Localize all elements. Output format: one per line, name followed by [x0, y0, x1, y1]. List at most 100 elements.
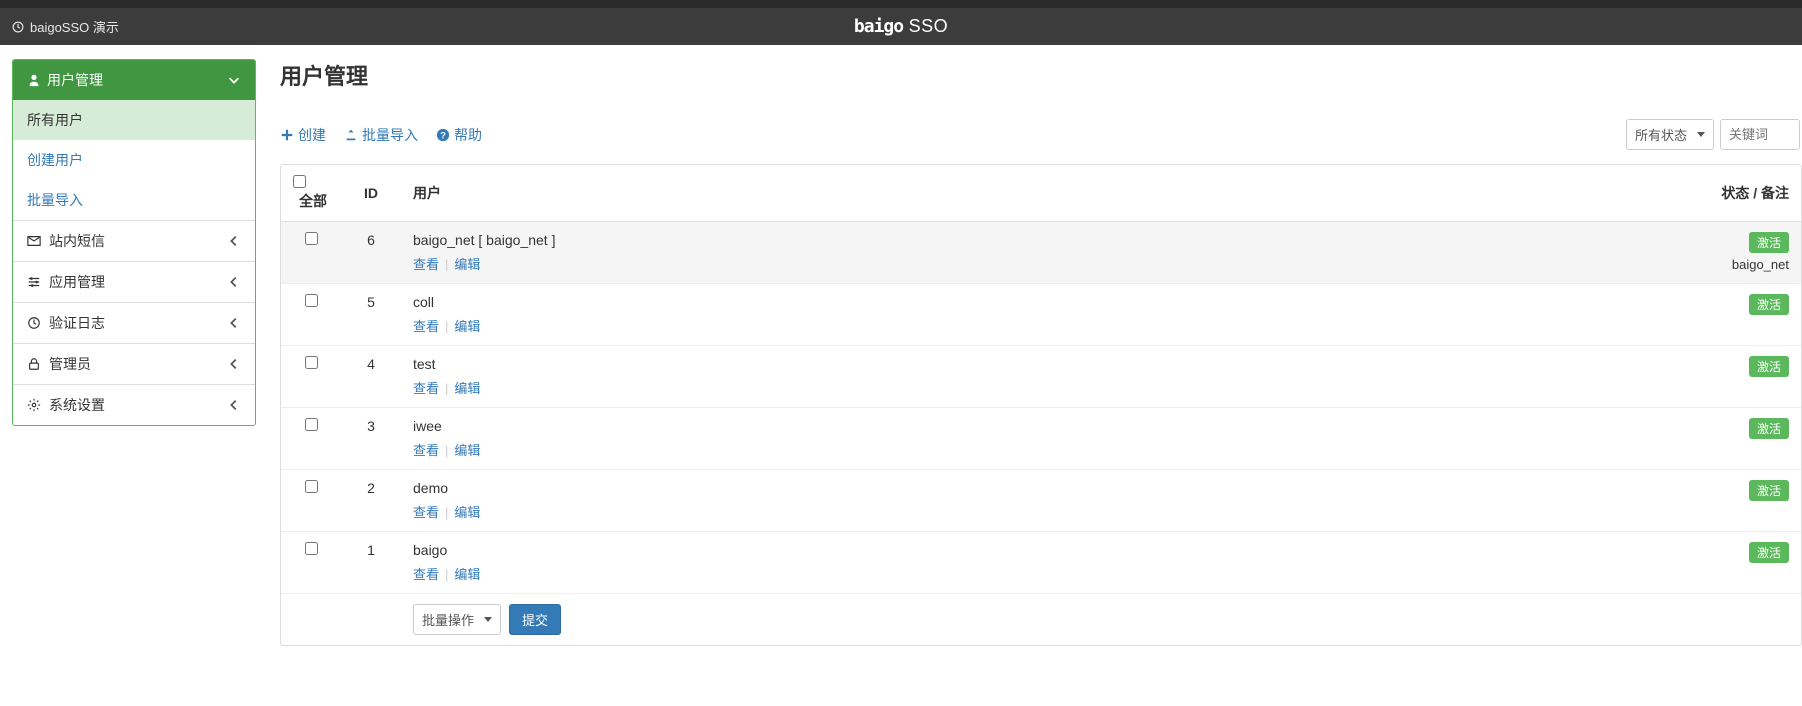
sidebar-item-settings[interactable]: 系统设置	[13, 384, 255, 425]
row-username: baigo	[413, 542, 1292, 558]
question-icon: ?	[436, 128, 450, 142]
row-checkbox[interactable]	[305, 232, 318, 245]
row-id: 3	[341, 408, 401, 470]
caret-down-icon	[1697, 132, 1705, 137]
envelope-icon	[27, 234, 41, 248]
clock-icon	[12, 21, 24, 33]
toolbar: 创建 批量导入 ? 帮助 所有状态	[280, 119, 1802, 150]
row-checkbox[interactable]	[305, 542, 318, 555]
separator: |	[445, 257, 448, 272]
help-label: 帮助	[454, 125, 482, 145]
view-link[interactable]: 查看	[413, 257, 439, 272]
sidebar-submenu: 所有用户 创建用户 批量导入	[13, 100, 255, 220]
edit-link[interactable]: 编辑	[454, 443, 480, 458]
sidebar-header-users[interactable]: 用户管理	[13, 60, 255, 100]
upload-icon	[344, 128, 358, 142]
row-username: coll	[413, 294, 1292, 310]
row-actions: 查看|编辑	[413, 440, 1292, 459]
row-actions: 查看 | 编辑	[413, 316, 1292, 335]
header-user: 用户	[401, 165, 1304, 222]
table-row: 3iwee查看|编辑激活	[281, 408, 1801, 470]
edit-link[interactable]: 编辑	[454, 257, 480, 272]
row-checkbox[interactable]	[305, 356, 318, 369]
sidebar-label: 系统设置	[49, 395, 105, 415]
edit-link[interactable]: 编辑	[454, 505, 480, 520]
import-label: 批量导入	[362, 125, 418, 145]
logo-text: baigo	[854, 16, 903, 37]
row-id: 6	[341, 222, 401, 284]
row-checkbox[interactable]	[305, 294, 318, 307]
row-user-cell: iwee查看|编辑	[401, 408, 1304, 470]
header-bar: baigoSSO 演示 baigo SSO	[0, 8, 1802, 45]
view-link[interactable]: 查看	[413, 381, 439, 396]
row-username: demo	[413, 480, 1292, 496]
sidebar-label: 应用管理	[49, 272, 105, 292]
row-checkbox[interactable]	[305, 480, 318, 493]
user-icon	[27, 73, 41, 87]
status-badge: 激活	[1749, 232, 1789, 253]
submenu-all-users[interactable]: 所有用户	[13, 100, 255, 140]
row-actions: 查看|编辑	[413, 502, 1292, 521]
view-link[interactable]: 查看	[413, 443, 439, 458]
top-accent-bar	[0, 0, 1802, 8]
table-header-row: 全部 ID 用户 状态 / 备注	[281, 165, 1801, 222]
create-button[interactable]: 创建	[280, 125, 326, 145]
view-link[interactable]: 查看	[413, 505, 439, 520]
search-input[interactable]	[1720, 119, 1800, 150]
row-user-cell: test查看|编辑	[401, 346, 1304, 408]
create-label: 创建	[298, 125, 326, 145]
row-checkbox[interactable]	[305, 418, 318, 431]
row-id: 1	[341, 532, 401, 594]
help-button[interactable]: ? 帮助	[436, 125, 482, 145]
row-status-cell: 激活	[1304, 532, 1801, 594]
sidebar-item-apps[interactable]: 应用管理	[13, 261, 255, 302]
sidebar: 用户管理 所有用户 创建用户 批量导入 站内短信 应用管理	[12, 59, 256, 426]
chevron-left-icon	[227, 357, 241, 371]
row-status-cell: 激活	[1304, 346, 1801, 408]
view-link[interactable]: 查看	[413, 319, 439, 334]
lock-icon	[27, 357, 41, 371]
row-username: test	[413, 356, 1292, 372]
chevron-left-icon	[227, 275, 241, 289]
status-badge: 激活	[1749, 480, 1789, 501]
main-content: 用户管理 创建 批量导入 ? 帮助 所有状态	[280, 59, 1802, 646]
product-name: SSO	[909, 16, 949, 36]
row-user-cell: coll 查看 | 编辑	[401, 284, 1304, 346]
plus-icon	[280, 128, 294, 142]
sidebar-label: 站内短信	[49, 231, 105, 251]
view-link[interactable]: 查看	[413, 567, 439, 582]
row-username: baigo_net [ baigo_net ]	[413, 232, 1292, 248]
select-all-checkbox[interactable]	[293, 175, 306, 188]
row-id: 4	[341, 346, 401, 408]
status-badge: 激活	[1749, 294, 1789, 315]
separator: |	[445, 567, 448, 582]
users-table: 全部 ID 用户 状态 / 备注 6 baigo_net [ baigo_net …	[280, 164, 1802, 646]
row-status-cell: 激活	[1304, 408, 1801, 470]
sidebar-label: 验证日志	[49, 313, 105, 333]
sidebar-item-messages[interactable]: 站内短信	[13, 220, 255, 261]
bulk-action-select[interactable]: 批量操作	[413, 604, 501, 635]
table-row: 6 baigo_net [ baigo_net ] 查看 | 编辑 激活baigo_net	[281, 222, 1801, 284]
submenu-create-user[interactable]: 创建用户	[13, 140, 255, 180]
import-button[interactable]: 批量导入	[344, 125, 418, 145]
row-id: 2	[341, 470, 401, 532]
edit-link[interactable]: 编辑	[454, 381, 480, 396]
submit-button[interactable]: 提交	[509, 604, 561, 635]
table-row: 2 demo 查看|编辑 激活	[281, 470, 1801, 532]
header-site-link[interactable]: baigoSSO 演示	[12, 17, 119, 36]
bulk-action-label: 批量操作	[422, 610, 474, 629]
chevron-left-icon	[227, 398, 241, 412]
status-filter-label: 所有状态	[1635, 125, 1687, 144]
row-status-cell: 激活baigo_net	[1304, 222, 1801, 284]
table-row: 4test查看|编辑激活	[281, 346, 1801, 408]
row-actions: 查看 | 编辑	[413, 564, 1292, 583]
edit-link[interactable]: 编辑	[454, 319, 480, 334]
edit-link[interactable]: 编辑	[454, 567, 480, 582]
sidebar-item-admins[interactable]: 管理员	[13, 343, 255, 384]
sidebar-item-logs[interactable]: 验证日志	[13, 302, 255, 343]
header-status: 状态 / 备注	[1304, 165, 1801, 222]
submenu-bulk-import[interactable]: 批量导入	[13, 180, 255, 220]
table-footer-row: 批量操作 提交	[281, 594, 1801, 646]
separator: |	[445, 319, 448, 334]
status-filter-select[interactable]: 所有状态	[1626, 119, 1714, 150]
